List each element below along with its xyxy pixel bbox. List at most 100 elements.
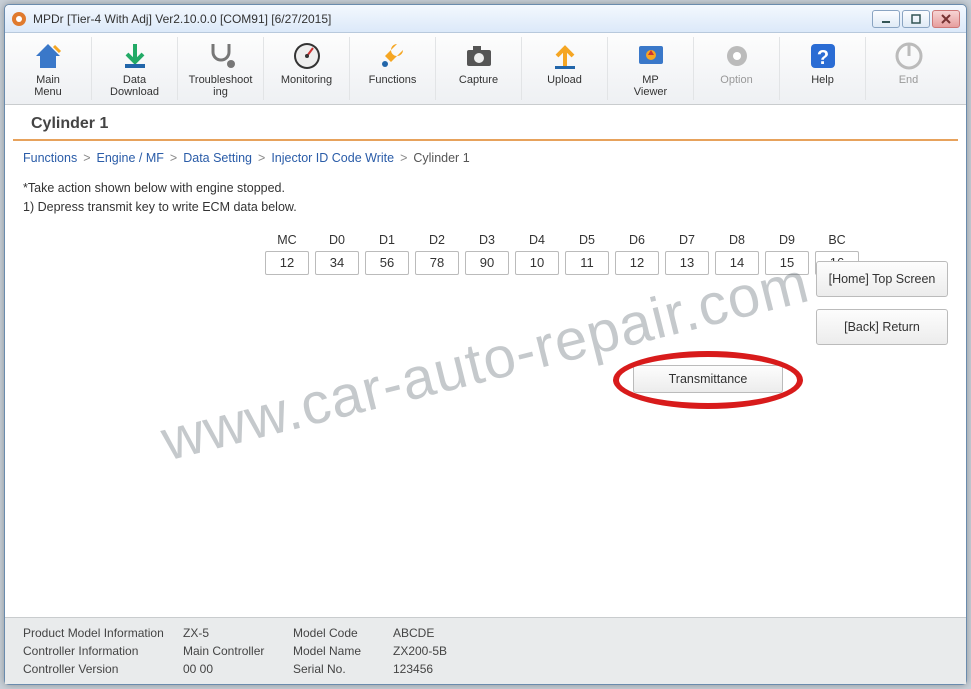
data-column: MC 12 [265,233,309,275]
toolbar-gear[interactable]: Option [693,37,779,100]
window-controls [872,10,960,28]
upload-icon [522,39,607,73]
column-header: MC [265,233,309,247]
toolbar-power[interactable]: End [865,37,951,100]
toolbar: Main MenuDataDownloadTroubleshootingMoni… [5,33,966,105]
help-icon: ? [780,39,865,73]
toolbar-label: Troubleshooting [178,74,263,98]
breadcrumb-item[interactable]: Injector ID Code Write [271,151,394,165]
content-area: Cylinder 1 Functions>Engine / MF>Data Se… [5,105,966,617]
minimize-button[interactable] [872,10,900,28]
toolbar-label: Monitoring [264,74,349,86]
breadcrumb-item: Cylinder 1 [413,151,469,165]
column-header: D8 [715,233,759,247]
column-header: D5 [565,233,609,247]
breadcrumb-item[interactable]: Functions [23,151,77,165]
side-buttons: [Home] Top Screen [Back] Return [816,261,948,345]
toolbar-label: End [866,74,951,86]
column-value[interactable]: 14 [715,251,759,275]
toolbar-label: DataDownload [92,74,177,98]
footer-label: Model Name [293,644,393,658]
column-value[interactable]: 11 [565,251,609,275]
data-column: D410 [515,233,559,275]
data-column: D713 [665,233,709,275]
breadcrumb-item[interactable]: Data Setting [183,151,252,165]
instruction-line: *Take action shown below with engine sto… [23,179,948,198]
footer-label: Model Code [293,626,393,640]
breadcrumb-item[interactable]: Engine / MF [97,151,164,165]
stethoscope-icon [178,39,263,73]
footer-value: 00 00 [183,662,293,676]
toolbar-label: Functions [350,74,435,86]
toolbar-stethoscope[interactable]: Troubleshooting [177,37,263,100]
data-column: D034 [315,233,359,275]
column-value[interactable]: 15 [765,251,809,275]
toolbar-label: Option [694,74,779,86]
maximize-button[interactable] [902,10,930,28]
data-column: D390 [465,233,509,275]
toolbar-label: Capture [436,74,521,86]
toolbar-download[interactable]: DataDownload [91,37,177,100]
toolbar-viewer[interactable]: MP Viewer [607,37,693,100]
data-column: D278 [415,233,459,275]
column-header: BC [815,233,859,247]
toolbar-camera[interactable]: Capture [435,37,521,100]
back-return-button[interactable]: [Back] Return [816,309,948,345]
toolbar-label: Help [780,74,865,86]
home-top-screen-button[interactable]: [Home] Top Screen [816,261,948,297]
wrench-icon [350,39,435,73]
app-icon [11,11,27,27]
toolbar-wrench[interactable]: Functions [349,37,435,100]
page-title: Cylinder 1 [13,105,958,141]
column-header: D3 [465,233,509,247]
column-value[interactable]: 12 [265,251,309,275]
app-window: MPDr [Tier-4 With Adj] Ver2.10.0.0 [COM9… [4,4,967,685]
transmittance-button[interactable]: Transmittance [633,365,783,393]
column-header: D9 [765,233,809,247]
footer-label: Serial No. [293,662,393,676]
column-value[interactable]: 34 [315,251,359,275]
footer-label: Product Model Information [23,626,183,640]
instruction-line: 1) Depress transmit key to write ECM dat… [23,198,948,217]
footer-label: Controller Information [23,644,183,658]
instructions: *Take action shown below with engine sto… [5,179,966,223]
data-column: D612 [615,233,659,275]
column-value[interactable]: 10 [515,251,559,275]
footer-value: ZX200-5B [393,644,948,658]
data-column: D511 [565,233,609,275]
column-header: D6 [615,233,659,247]
column-value[interactable]: 56 [365,251,409,275]
column-header: D1 [365,233,409,247]
column-value[interactable]: 12 [615,251,659,275]
toolbar-gauge[interactable]: Monitoring [263,37,349,100]
gauge-icon [264,39,349,73]
column-value[interactable]: 90 [465,251,509,275]
toolbar-label: Main Menu [5,74,91,98]
breadcrumb: Functions>Engine / MF>Data Setting>Injec… [5,141,966,179]
data-column: D915 [765,233,809,275]
power-icon [866,39,951,73]
close-button[interactable] [932,10,960,28]
footer-label: Controller Version [23,662,183,676]
download-icon [92,39,177,73]
toolbar-upload[interactable]: Upload [521,37,607,100]
column-header: D7 [665,233,709,247]
toolbar-help[interactable]: ? Help [779,37,865,100]
home-icon [5,39,91,73]
data-column: D156 [365,233,409,275]
footer: Product Model InformationZX-5Model CodeA… [5,617,966,684]
toolbar-label: Upload [522,74,607,86]
viewer-icon [608,39,693,73]
column-value[interactable]: 13 [665,251,709,275]
column-header: D0 [315,233,359,247]
window-title: MPDr [Tier-4 With Adj] Ver2.10.0.0 [COM9… [33,12,872,26]
toolbar-home[interactable]: Main Menu [5,37,91,100]
footer-value: 123456 [393,662,948,676]
column-header: D4 [515,233,559,247]
camera-icon [436,39,521,73]
toolbar-label: MP Viewer [608,74,693,98]
column-value[interactable]: 78 [415,251,459,275]
svg-text:?: ? [816,47,828,69]
footer-value: ZX-5 [183,626,293,640]
footer-value: ABCDE [393,626,948,640]
